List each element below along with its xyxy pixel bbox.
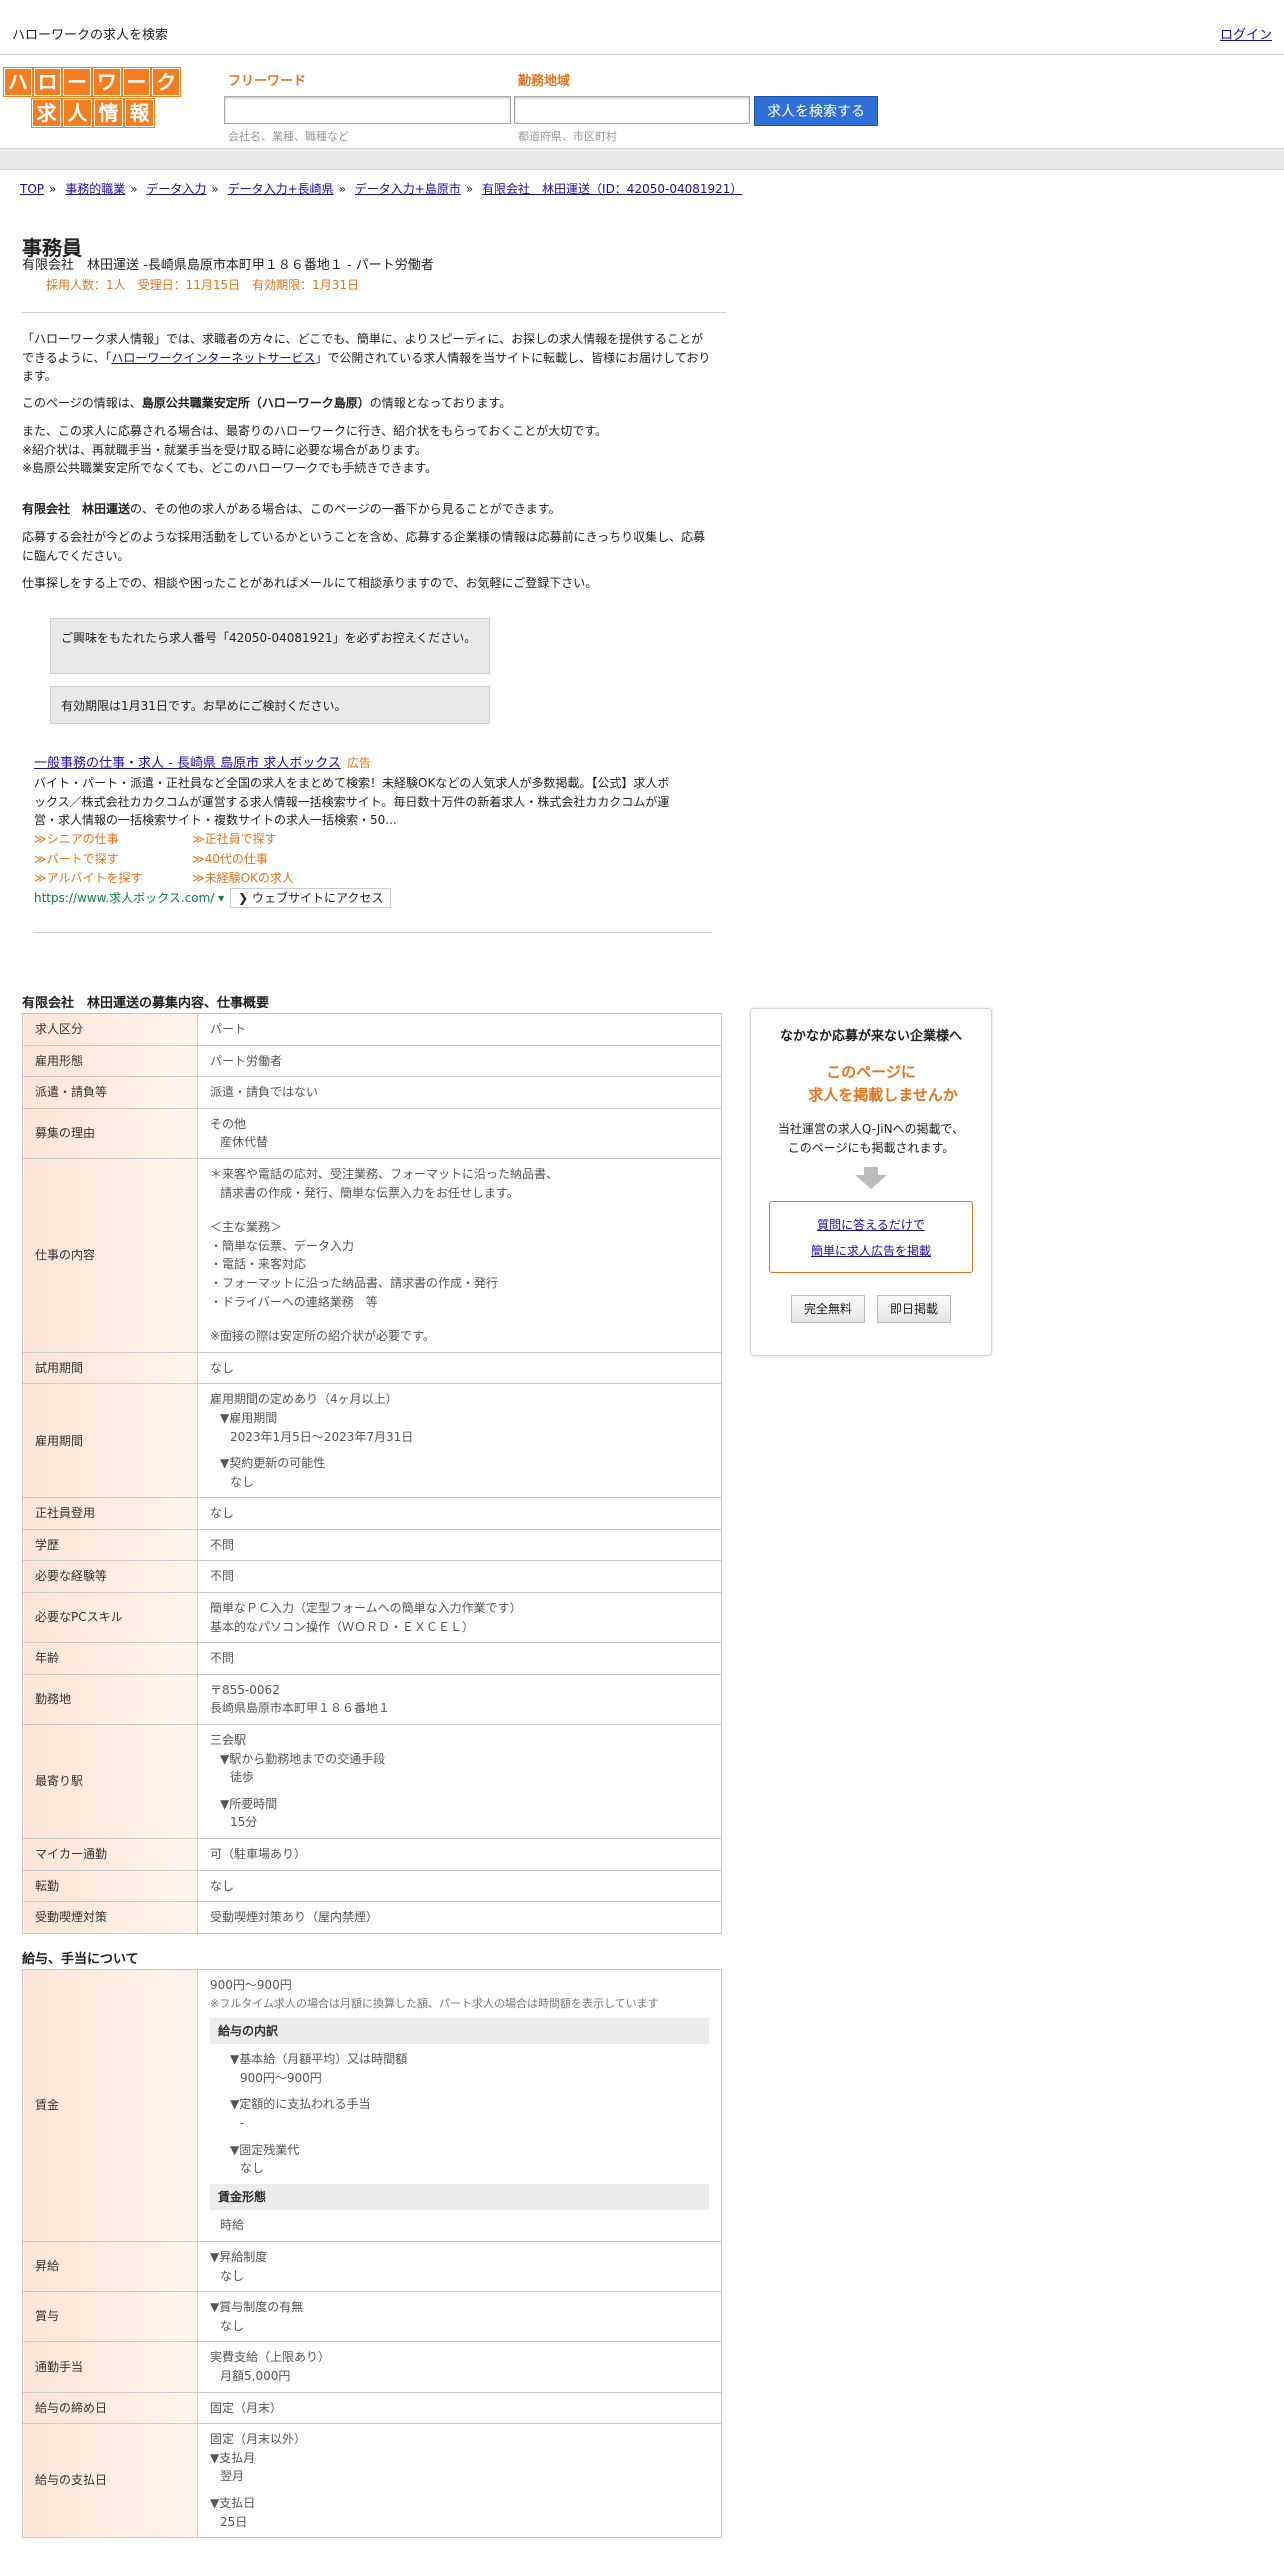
ad-visit-button[interactable]: ❯ ウェブサイトにアクセス (230, 887, 392, 909)
sidebar-link-post[interactable]: 簡単に求人広告を掲載 (811, 1244, 931, 1258)
logo-character: 報 (124, 98, 155, 128)
section-title-salary: 給与、手当について (22, 1952, 139, 1967)
ad-tag: 広告 (346, 756, 371, 770)
table-row: 必要なPCスキル 簡単なＰＣ入力（定型フォームへの簡単な入力作業です） 基本的なパソ… (22, 1592, 722, 1644)
logo-character: ク (151, 67, 182, 97)
logo-character: ー (121, 67, 152, 97)
sidebar-heading: なかなか応募が来ない企業様へ (779, 1029, 962, 1044)
free-button[interactable]: 完全無料 (790, 1294, 865, 1324)
table-row: 昇給 ▼昇給制度 なし (22, 2240, 722, 2293)
down-arrow-head-icon (855, 1174, 887, 1189)
logo-character: ハ (3, 67, 33, 97)
ad-sitelink[interactable]: ≫40代の仕事 (192, 850, 392, 869)
breadcrumb-current[interactable]: 有限会社 林田運送（ID：42050-04081921） (482, 182, 742, 196)
ad-sitelink[interactable]: ≫シニアの仕事 (34, 830, 192, 849)
job-number-notice: ご興味をもたれたら求人番号「42050-04081921」を必ずお控えください。 (50, 618, 490, 674)
logo-character: ワ (92, 67, 122, 97)
login-link[interactable]: ログイン (1220, 26, 1272, 46)
table-row: 募集の理由 その他 産休代替 (22, 1107, 722, 1159)
overview-table: 求人区分 パート 雇用形態 パート労働者 派遣・請負等 派遣・請負ではない 募集の理由… (22, 1013, 722, 1934)
table-row: 雇用期間 雇用期間の定めあり（4ヶ月以上） ▼雇用期間 2023年1月5日〜20… (22, 1383, 722, 1499)
same-day-button[interactable]: 即日掲載 (877, 1294, 952, 1324)
area-hint: 都道府県、市区町村 (518, 130, 617, 143)
intro-paragraph-1: 「ハローワーク求人情報」では、求職者の方々に、どこでも、簡単に、よりスピーディに… (22, 332, 711, 384)
table-row: 最寄り駅 三会駅 ▼駅から勤務地までの交通手段 徒歩 ▼所要時間 15分 (22, 1724, 722, 1839)
sidebar-description: 当社運営の求人Q-JiNへの掲載で、 このページにも掲載されます。 (777, 1122, 965, 1156)
keyword-hint: 会社名、業種、職種など (228, 130, 349, 143)
keyword-input[interactable] (224, 96, 511, 124)
table-row: 求人区分 パート (22, 1013, 722, 1046)
ad-url-dropdown-icon[interactable]: ▾ (214, 891, 224, 905)
logo-character: ロ (32, 67, 63, 97)
table-row: 給与の支払日 固定（月末以外） ▼支払月 翌月 ▼支払日 25日 (22, 2423, 722, 2539)
table-row: 賞与 ▼賞与制度の有無 なし (22, 2291, 722, 2343)
search-button[interactable]: 求人を検索する (754, 96, 878, 126)
keyword-label: フリーワード (228, 74, 307, 89)
breadcrumb-top[interactable]: TOP (20, 182, 44, 196)
table-row: 年齢 不問 (22, 1642, 722, 1675)
logo-character: ー (62, 67, 93, 97)
section-title-overview: 有限会社 林田運送の募集内容、仕事概要 (22, 996, 270, 1011)
table-row: 受動喫煙対策 受動喫煙対策あり（屋内禁煙） (22, 1901, 722, 1934)
table-row: マイカー通勤 可（駐車場あり） (22, 1838, 722, 1871)
ad-description: バイト・パート・派遣・正社員など全国の求人をまとめて検索！未経験OKなどの人気求… (34, 776, 670, 828)
ad-sitelink[interactable]: ≫未経験OKの求人 (192, 869, 392, 888)
table-row: 学歴 不問 (22, 1528, 722, 1562)
down-arrow-icon (864, 1166, 878, 1175)
table-row: 必要な経験等 不問 (22, 1560, 722, 1594)
ad-divider (34, 932, 712, 933)
divider-bar (0, 148, 1284, 170)
table-row: 勤務地 〒855-0062 長崎県島原市本町甲１８６番地１ (22, 1673, 722, 1726)
job-meta: 採用人数：1人 受理日：11月15日 有効期限：1月31日 (46, 278, 360, 292)
breadcrumb-prefecture[interactable]: データ入力+長崎県 (228, 182, 334, 196)
top-bar: ハローワークの求人を検索 ログイン (0, 0, 1284, 55)
table-row: 雇用形態 パート労働者 (22, 1044, 722, 1078)
hellowork-internet-link[interactable]: ハローワークインターネットサービス (111, 351, 315, 365)
logo-character: 情 (93, 98, 124, 128)
table-row: 正社員登用 なし (22, 1497, 722, 1530)
table-row: 派遣・請負等 派遣・請負ではない (22, 1076, 722, 1109)
ad-sitelink[interactable]: ≫パートで探す (34, 850, 192, 869)
advertiser-sidebar: なかなか応募が来ない企業様へ このページに 求人を掲載しませんか 当社運営の求人Q… (750, 1008, 992, 1356)
sidebar-link-frame: 質問に答えるだけで 簡単に求人広告を掲載 (769, 1200, 973, 1273)
ad-sitelink[interactable]: ≫正社員で探す (192, 830, 392, 849)
table-row: 転勤 なし (22, 1869, 722, 1903)
table-row: 試用期間 なし (22, 1351, 722, 1385)
hellowork-logo[interactable]: ハローワーク 求人情報 (3, 67, 182, 128)
table-row: 賃金 900円〜900円 ※フルタイム求人の場合は月額に換算した額、パート求人の… (22, 1969, 722, 2242)
intro-paragraph-6: 仕事探しをする上での、相談や困ったことがあればメールにて相談承りますので、お気軽… (22, 576, 598, 590)
breadcrumb-subcategory[interactable]: データ入力 (146, 182, 206, 196)
ad-url[interactable]: https://www.求人ボックス.com/ (34, 891, 214, 905)
salary-table: 賃金 900円〜900円 ※フルタイム求人の場合は月額に換算した額、パート求人の… (22, 1969, 722, 2539)
intro-paragraph-2: このページの情報は、島原公共職業安定所（ハローワーク島原）の情報となっております… (22, 396, 512, 410)
logo-character: 人 (62, 98, 93, 128)
ad-sitelink[interactable]: ≫アルバイトを探す (34, 869, 192, 888)
breadcrumb: TOP» 事務的職業» データ入力» データ入力+長崎県» データ入力+島原市»… (20, 182, 743, 196)
table-row: 給与の締め日 固定（月末） (22, 2391, 722, 2425)
table-row: 仕事の内容 ＊来客や電話の応対、受注業務、フォーマットに沿った納品書、 請求書の… (22, 1157, 722, 1353)
site-title: ハローワークの求人を検索 (12, 28, 169, 43)
ad-title-link[interactable]: 一般事務の仕事・求人 - 長崎県 島原市 求人ボックス (34, 756, 341, 771)
intro-paragraph-5: 応募する会社が今どのような採用活動をしているかということを含め、応募する企業様の… (22, 530, 706, 563)
area-label: 勤務地域 (518, 74, 571, 89)
intro-paragraph-3: また、この求人に応募される場合は、最寄りのハローワークに行き、紹介状をもらってお… (22, 424, 608, 476)
breadcrumb-category[interactable]: 事務的職業 (65, 182, 125, 196)
breadcrumb-city[interactable]: データ入力+島原市 (355, 182, 461, 196)
intro-paragraph-4: 有限会社 林田運送の、その他の求人がある場合は、このページの一番下から見ることが… (22, 502, 561, 516)
company-line: 有限会社 林田運送 -長崎県島原市本町甲１８６番地１ - パート労働者 (22, 258, 434, 273)
logo-character: 求 (31, 98, 62, 128)
expiry-notice: 有効期限は1月31日です。お早めにご検討ください。 (50, 686, 490, 724)
table-row: 通勤手当 実費支給（上限あり） 月額5,000円 (22, 2341, 722, 2393)
sidebar-catchcopy: このページに 求人を掲載しませんか (808, 1063, 958, 1104)
divider (22, 312, 726, 313)
area-input[interactable] (514, 96, 750, 124)
sidebar-link-answer[interactable]: 質問に答えるだけで (817, 1218, 925, 1232)
ad-block: 一般事務の仕事・求人 - 長崎県 島原市 求人ボックス 広告 バイト・パート・派遣… (34, 754, 674, 909)
